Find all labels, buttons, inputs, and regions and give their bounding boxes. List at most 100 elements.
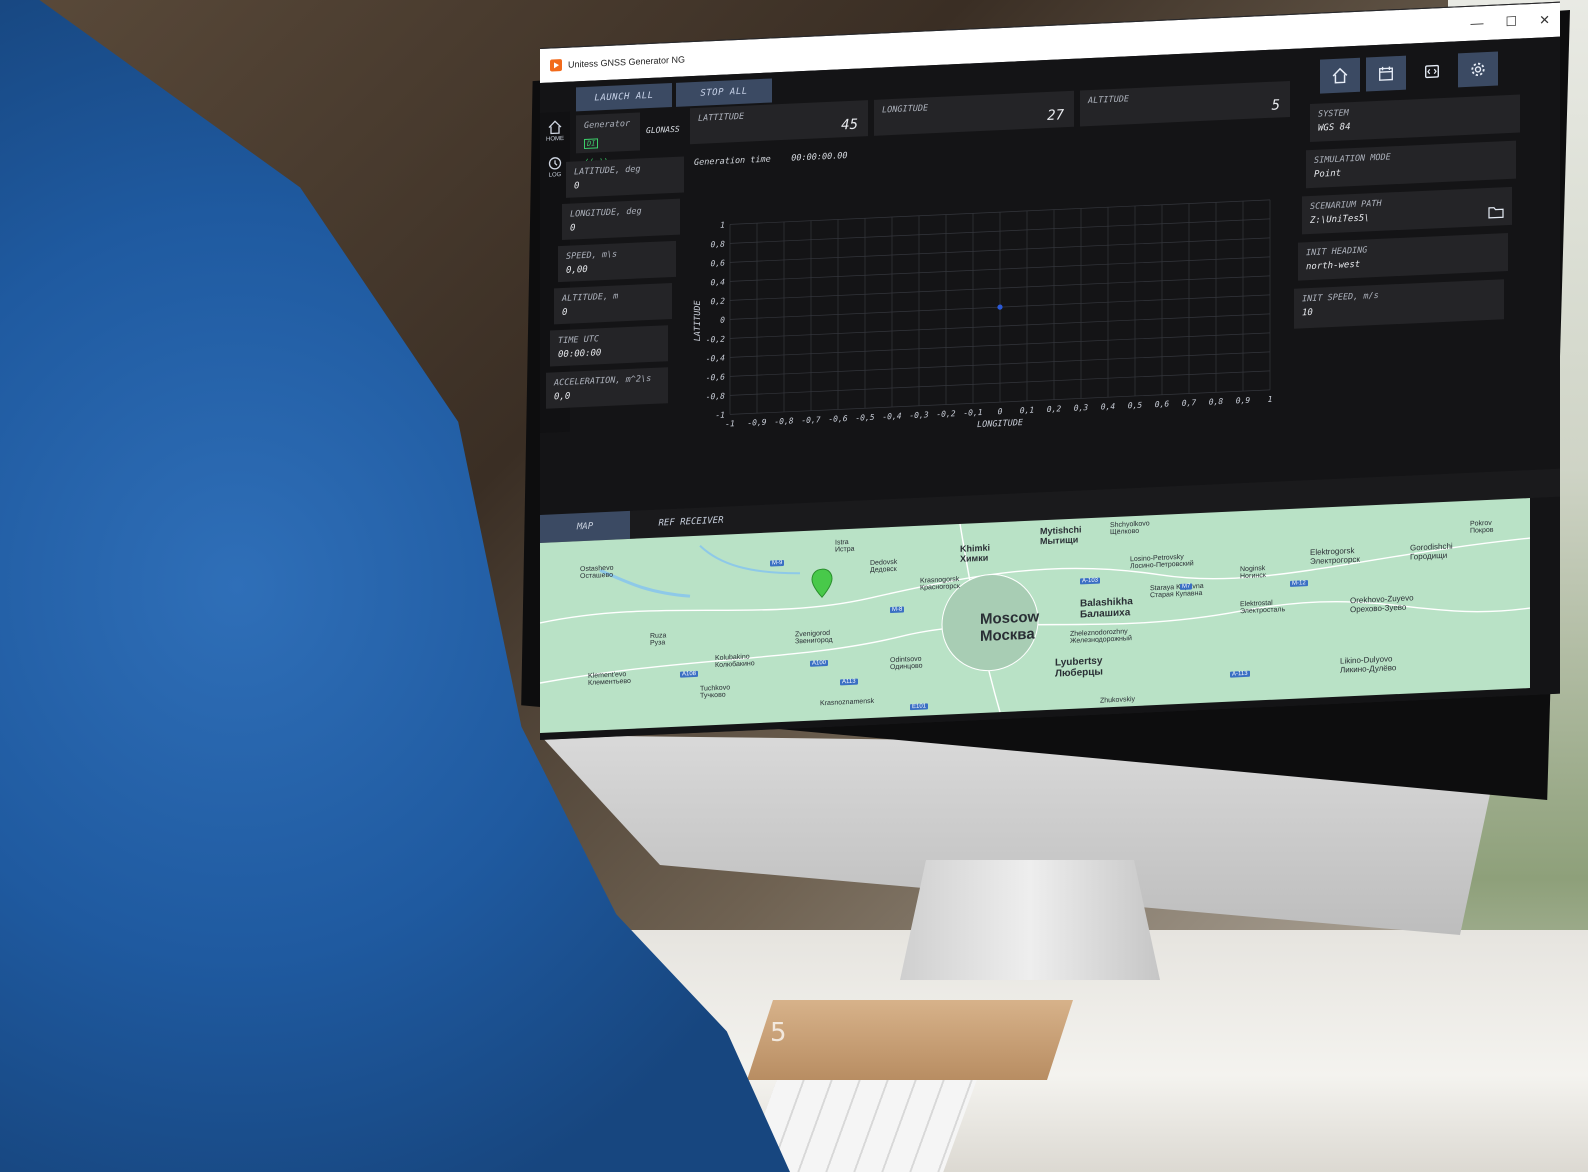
panel-label: ACCELERATION, m^2\s [554,373,652,389]
scenarium-path-panel[interactable]: SCENARIUM PATH Z:\UniTes5\ [1302,186,1512,235]
gear-icon [1471,62,1485,77]
panel-value: 0 [574,181,580,192]
map-city-name-ru: Химки [960,552,989,564]
log-icon [548,157,562,170]
x-tick-label: -0,9 [747,418,766,428]
x-tick-label: 0,9 [1236,396,1251,406]
generator-status-badge: DI [584,138,599,150]
map-city-label: Moscow Москва [980,608,1039,645]
map-city-label: Staraya Kupavna Старая Купавна [1150,583,1204,599]
x-tick-label: 0,4 [1101,402,1116,412]
panel-label: LONGITUDE, deg [570,206,642,220]
map-city-name-ru: Истра [835,545,855,554]
position-chart-svg: -1 -0,9 -0,8 -0,7 -0,6 -0,5 -0,4 -0,3 -0,2 -0,1 0 0… [693,199,1272,430]
y-tick-label: -0,6 [706,373,725,383]
map-city-label: Dedovsk Дедовск [870,559,897,574]
longitude-value: 27 [1047,107,1064,124]
home-button[interactable] [1320,57,1360,94]
home-icon [1332,67,1348,84]
nav-log-label: LOG [548,172,562,179]
map-city-label: Kolubakino Колюбакино [715,653,755,669]
panel-value: 0,0 [554,391,571,403]
generator-label: Generator [584,118,631,132]
altitude-m-panel: ALTITUDE, m 0 [554,283,672,325]
x-tick-label: -0,8 [774,416,793,426]
close-button[interactable]: ✕ [1539,12,1550,28]
data-point [997,304,1003,310]
calendar-button[interactable] [1366,55,1406,92]
panel-label: ALTITUDE, m [562,291,619,305]
map-city-label: Odintsovo Одинцово [890,656,923,671]
panel-label: LATITUDE, deg [574,164,641,178]
latitude-value: 45 [841,116,858,134]
panel-value: 0 [570,223,576,234]
launch-all-button[interactable]: LAUNCH ALL [576,83,672,112]
y-tick-label: 0 [720,316,725,325]
window-title: Unitess GNSS Generator NG [568,54,686,70]
nav-home[interactable]: HOME [546,120,564,143]
minimize-button[interactable]: — [1470,15,1483,32]
x-axis-label: LONGITUDE [977,418,1024,430]
maximize-button[interactable]: ☐ [1505,14,1517,31]
x-tick-label: -0,5 [855,413,874,423]
panel-value: 0 [562,307,568,319]
map-city-name-ru: Люберцы [1055,666,1103,680]
y-tick-label: 0,4 [711,278,726,288]
generation-time-label: Generation time [694,154,771,169]
road-badge: A-103 [1080,577,1101,585]
y-tick-label: 0,2 [711,297,726,307]
map-city-name-ru: Москва [980,625,1035,646]
altitude-panel[interactable]: ALTITUDE 5 [1080,80,1290,127]
map-city-label: Orekhovo-Zuyevo Орехово-Зуево [1350,593,1414,614]
x-tick-label: -0,6 [828,414,847,424]
tab-map[interactable]: MAP [540,510,630,543]
map-city-label: Mytishchi Мытищи [1040,524,1082,546]
road-badge: A-113 [1230,670,1250,678]
system-panel[interactable]: SYSTEM WGS 84 [1310,94,1520,143]
simulation-mode-panel[interactable]: SIMULATION MODE Point [1306,140,1516,189]
x-tick-label: -0,4 [882,412,901,422]
map-city-label: Elektrogorsk Электрогорск [1310,546,1360,566]
map-city-label: Istra Истра [835,539,855,554]
x-tick-label: 0 [998,407,1003,416]
latitude-panel[interactable]: LATTITUDE 45 [690,100,868,145]
road-badge: E101 [910,703,929,711]
road-badge: M7 [1180,583,1193,590]
folder-icon[interactable] [1488,205,1504,219]
settings-button[interactable] [1458,51,1498,88]
stop-all-button[interactable]: STOP ALL [676,78,772,107]
map-city-name-ru: Руза [650,639,666,648]
road-badge: A113 [840,678,858,686]
road-badge: A108 [680,670,699,678]
map-city-label: Zheleznodorozhny Железнодорожный [1070,628,1132,645]
x-tick-label: 0,3 [1074,403,1089,413]
app-logo-icon [550,59,562,72]
generator-panel[interactable]: Generator DI ((•)) [576,112,640,167]
map-city-label: Tuchkovo Тучково [700,684,730,699]
map-city-name-ru: Осташево [580,571,614,581]
init-speed-panel[interactable]: INIT SPEED, m/s 10 [1294,279,1504,329]
nav-log[interactable]: LOG [548,156,562,179]
x-tick-label: 0,5 [1128,401,1143,411]
road-badge: M-8 [890,606,905,614]
latitude-deg-panel: LATITUDE, deg 0 [566,156,684,198]
map-marker-icon[interactable] [810,568,834,599]
map-city-name-ru: Тучково [700,691,726,700]
time-utc-panel: TIME UTC 00:00:00 [550,325,668,367]
longitude-panel[interactable]: LONGITUDE 27 [874,90,1074,136]
x-tick-label: 0,2 [1047,404,1062,414]
map-city-label: Khimki Химки [960,543,990,564]
map-city-label: Noginsk Ногинск [1240,565,1266,580]
monitor-stand [900,860,1160,980]
x-tick-label: 0,7 [1182,398,1197,408]
map-city-label: Shchyolkovo Щёлково [1110,520,1150,536]
code-button[interactable] [1412,54,1452,90]
x-tick-label: -0,2 [936,409,955,419]
x-tick-label: 0,6 [1155,399,1170,409]
init-heading-panel[interactable]: INIT HEADING north-west [1298,233,1508,281]
position-chart: -1 -0,9 -0,8 -0,7 -0,6 -0,5 -0,4 -0,3 -0,2 -0,1 0 0… [690,189,1290,456]
x-tick-label: 0,8 [1209,397,1224,407]
map-city-label: Ostashevo Осташево [580,565,613,581]
road-badge: M-12 [1290,580,1308,587]
panel-value: 0,00 [566,264,588,276]
